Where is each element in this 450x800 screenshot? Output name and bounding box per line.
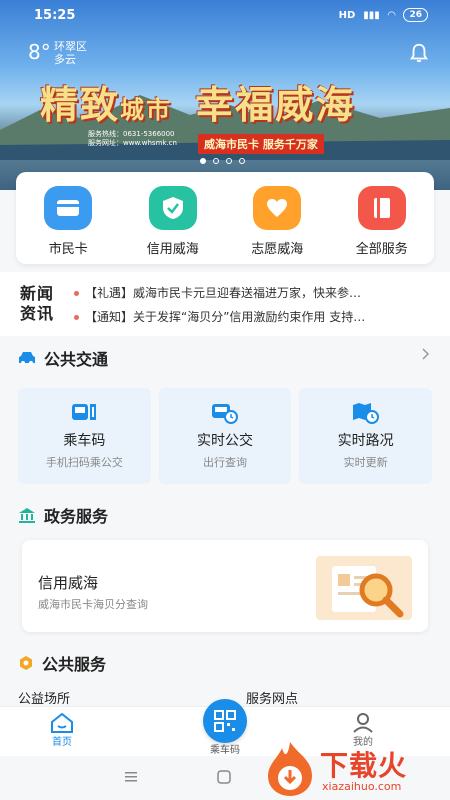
transport-cards: 乘车码 手机扫码乘公交 实时公交 出行查询 实时路况 实时更新 [18,388,433,484]
news-bullet [74,315,79,320]
service-volunteer-weihai[interactable]: 志愿威海 [225,172,330,264]
qr-code-icon [214,710,236,732]
status-time: 15:25 [34,8,76,23]
section-public-transport[interactable]: 公共交通 [18,346,108,370]
network-label: HD [338,9,356,21]
shield-check-icon [148,186,197,230]
service-all[interactable]: 全部服务 [330,172,435,264]
service-credit-weihai[interactable]: 信用威海 [121,172,226,264]
news-item[interactable]: 【礼遇】威海市民卡元旦迎春送福进万家，快来参… [74,284,424,301]
status-bar: 15:25 HD ▮▮▮ ◠ 26 [0,0,450,30]
credit-search-illustration [316,556,412,620]
tab-scan-button[interactable] [203,699,247,743]
flame-icon [268,742,312,796]
news-item[interactable]: 【通知】关于发挥“海贝分”信用激励约束作用 支持… [74,308,424,325]
carousel-dots[interactable] [200,158,245,164]
weather-temp: 8° [28,40,51,64]
government-building-icon [19,508,35,523]
service-citizen-card[interactable]: 市民卡 [16,172,121,264]
carousel-dot[interactable] [213,158,219,164]
user-icon [353,713,373,733]
home-icon [51,713,73,733]
bus-code-icon [72,404,97,420]
heart-hands-icon [253,186,302,230]
carousel-dot[interactable] [226,158,232,164]
wifi-icon: ◠ [387,9,396,21]
banner-slogan: 威海市民卡 服务千万家 [198,134,324,154]
carousel-dot[interactable] [239,158,245,164]
carousel-dot[interactable] [200,158,206,164]
news-bullet [74,291,79,296]
quick-services: 市民卡 信用威海 志愿威海 全部服务 [16,172,434,264]
card-credit-weihai[interactable]: 信用威海 威海市民卡海贝分查询 [22,540,428,632]
hexagon-icon [20,656,32,670]
signal-icon: ▮▮▮ [363,9,380,21]
banner-contact: 服务热线：0631-5366000 服务网址：www.whsmk.cn [88,130,177,147]
chevron-right-icon[interactable] [422,348,430,360]
banner-headline: 精致城市 幸福威海 [40,83,356,127]
section-public-services[interactable]: 公共服务 [18,651,106,675]
public-venues-item[interactable]: 公益场所 [18,688,70,707]
weather-condition: 多云 [54,53,76,66]
book-icon [357,186,406,230]
map-clock-icon [352,403,379,424]
card-bus-code[interactable]: 乘车码 手机扫码乘公交 [18,388,151,484]
card-realtime-bus[interactable]: 实时公交 出行查询 [158,388,292,484]
menu-icon[interactable] [124,771,138,783]
weather-district: 环翠区 [54,40,87,53]
car-icon [19,352,35,365]
bell-icon[interactable] [408,42,430,64]
home-square-icon[interactable] [217,770,231,784]
watermark-logo: 下载火 xiazaihuo.com [262,740,448,800]
card-realtime-traffic[interactable]: 实时路况 实时更新 [299,388,433,484]
card-icon [44,186,93,230]
section-gov-services[interactable]: 政务服务 [18,503,108,527]
news-section: 新闻 资讯 【礼遇】威海市民卡元旦迎春送福进万家，快来参… 【通知】关于发挥“海… [0,272,450,336]
bus-clock-icon [212,404,238,424]
battery-indicator: 26 [403,8,428,22]
news-logo: 新闻 资讯 [20,284,55,323]
service-outlets-item[interactable]: 服务网点 [246,688,298,707]
